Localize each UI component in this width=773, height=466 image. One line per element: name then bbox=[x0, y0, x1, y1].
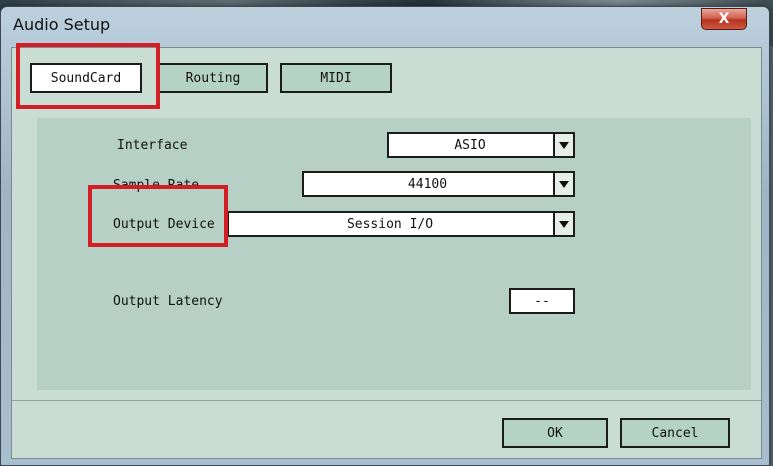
footer-divider bbox=[12, 400, 761, 401]
ok-button[interactable]: OK bbox=[502, 418, 608, 448]
interface-label: Interface bbox=[117, 138, 188, 153]
close-icon: X bbox=[718, 11, 730, 27]
soundcard-settings-panel: Interface ASIO Sample Rate 44100 Output … bbox=[37, 118, 751, 390]
output-latency-label: Output Latency bbox=[113, 294, 223, 309]
close-button[interactable]: X bbox=[701, 8, 747, 30]
tab-midi[interactable]: MIDI bbox=[280, 63, 392, 93]
sample-rate-value: 44100 bbox=[407, 176, 448, 192]
output-device-select[interactable]: Session I/O bbox=[227, 211, 575, 237]
tab-routing-label: Routing bbox=[185, 70, 241, 86]
ok-button-label: OK bbox=[547, 425, 563, 441]
title-bar[interactable]: Audio Setup X bbox=[1, 7, 769, 41]
sample-rate-select[interactable]: 44100 bbox=[302, 171, 575, 197]
output-latency-text: -- bbox=[534, 293, 550, 309]
chevron-down-icon[interactable] bbox=[553, 134, 573, 156]
chevron-down-icon[interactable] bbox=[553, 213, 573, 235]
soundcard-tab-highlight bbox=[16, 43, 160, 109]
tab-midi-label: MIDI bbox=[320, 70, 352, 86]
interface-select[interactable]: ASIO bbox=[387, 132, 575, 158]
output-device-value: Session I/O bbox=[346, 216, 434, 232]
chevron-down-icon[interactable] bbox=[553, 173, 573, 195]
output-latency-value: -- bbox=[509, 288, 575, 314]
interface-value: ASIO bbox=[454, 137, 486, 153]
tab-routing[interactable]: Routing bbox=[158, 63, 268, 93]
window-title: Audio Setup bbox=[13, 15, 111, 34]
cancel-button-label: Cancel bbox=[651, 425, 699, 441]
output-device-highlight bbox=[88, 185, 228, 247]
cancel-button[interactable]: Cancel bbox=[620, 418, 730, 448]
